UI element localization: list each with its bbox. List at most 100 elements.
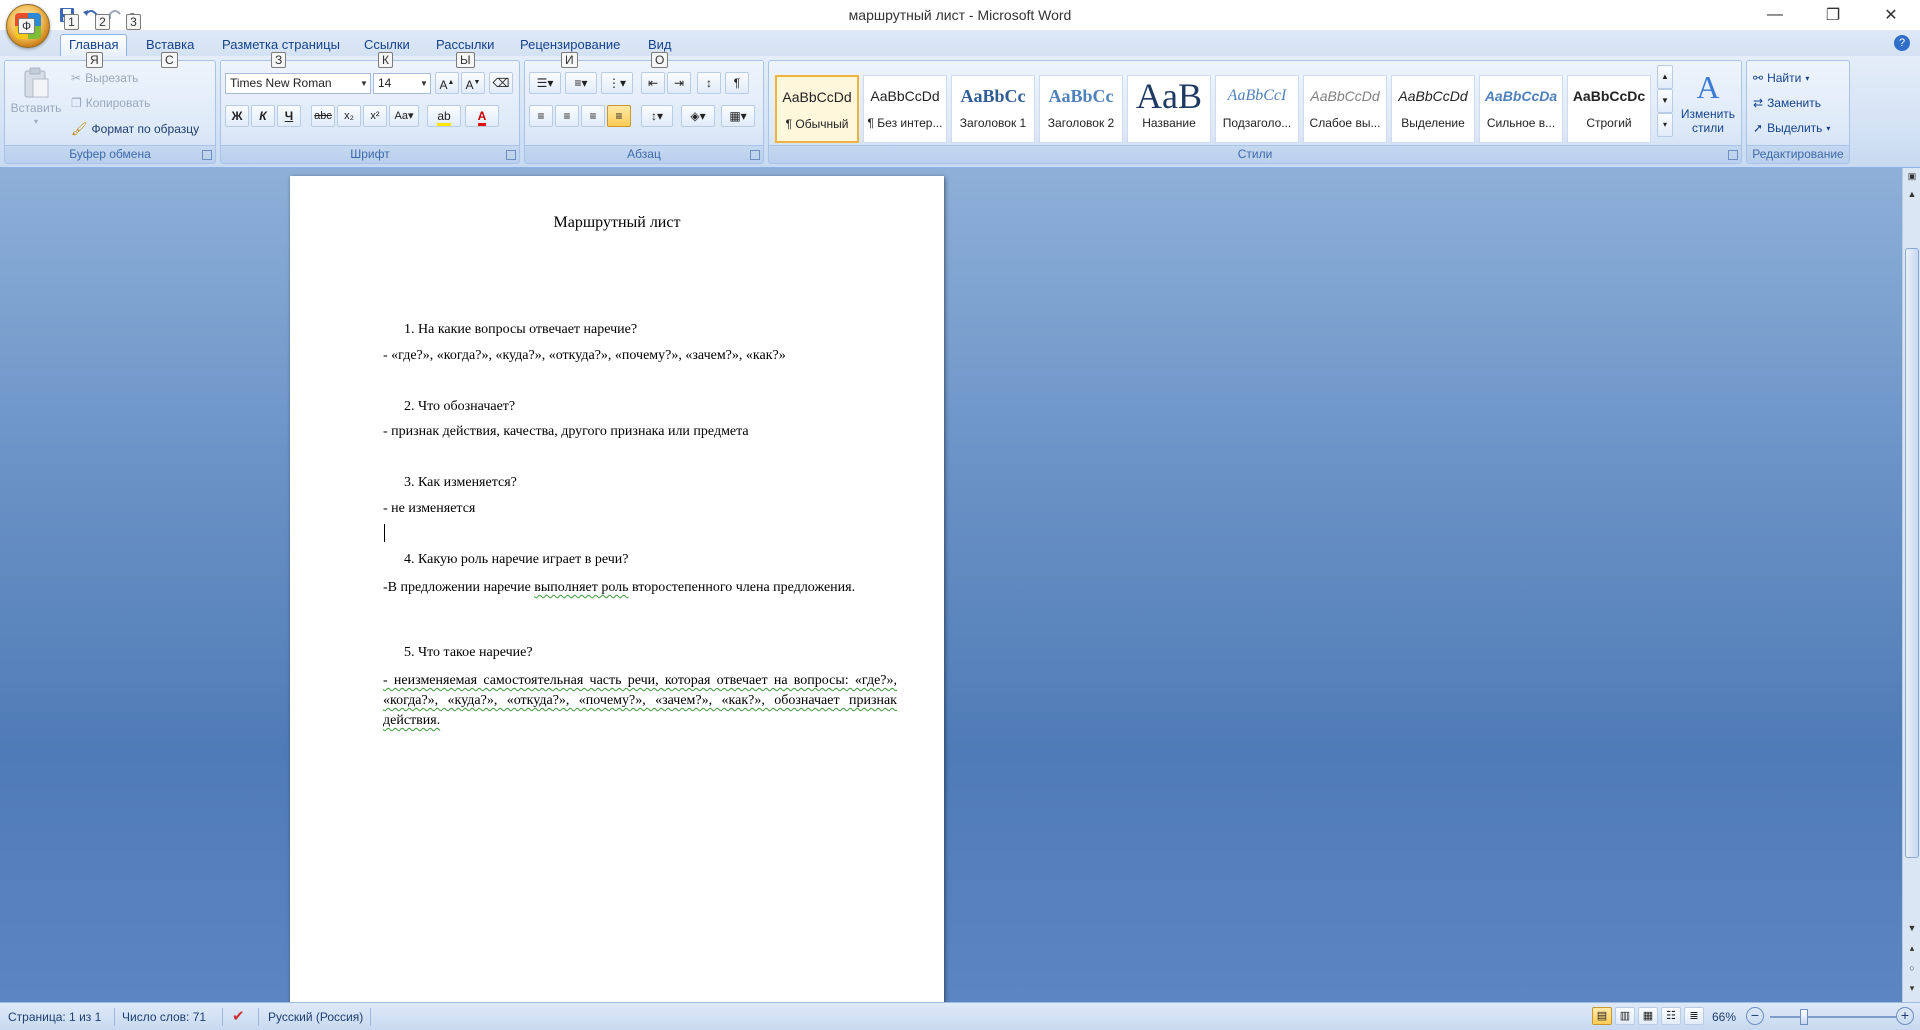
keytip-references: К <box>378 52 393 68</box>
font-launcher-icon[interactable] <box>506 150 516 160</box>
align-right-button[interactable]: ≡ <box>581 105 605 127</box>
grow-font-button[interactable]: A▲ <box>435 72 459 94</box>
style-subtle-emphasis[interactable]: AaBbCcDd Слабое вы... <box>1303 75 1387 143</box>
borders-button[interactable]: ▦▾ <box>721 105 755 127</box>
page-count[interactable]: Страница: 1 из 1 <box>8 1010 101 1024</box>
answer-5: - неизменяемая самостоятельная часть реч… <box>383 673 897 728</box>
zoom-slider[interactable] <box>1770 1016 1896 1018</box>
find-dropdown-icon: ▾ <box>1805 73 1810 83</box>
styles-launcher-icon[interactable] <box>1728 150 1738 160</box>
styles-more-icon[interactable]: ▾ <box>1657 113 1673 137</box>
format-painter-icon: 🖌 <box>71 121 88 136</box>
styles-scroll-up-icon[interactable]: ▲ <box>1657 65 1673 89</box>
format-painter-label: Формат по образцу <box>91 122 200 136</box>
style-title[interactable]: AaB Название <box>1127 75 1211 143</box>
font-name-dropdown-icon[interactable]: ▼ <box>358 74 370 93</box>
decrease-indent-button[interactable]: ⇤ <box>641 72 665 94</box>
previous-page-icon[interactable]: ▴ <box>1903 940 1920 956</box>
styles-scroll-down-icon[interactable]: ▼ <box>1657 89 1673 113</box>
style-heading-2[interactable]: AaBbCc Заголовок 2 <box>1039 75 1123 143</box>
print-layout-icon[interactable]: ▤ <box>1592 1007 1612 1025</box>
clear-formatting-button[interactable]: ⌫ <box>489 72 513 94</box>
justify-button[interactable]: ≡ <box>607 105 631 127</box>
select-button[interactable]: ➚ Выделить ▾ <box>1753 121 1830 135</box>
outline-view-icon[interactable]: ☷ <box>1661 1007 1681 1025</box>
window-controls: — ❐ ✕ <box>1746 0 1920 30</box>
style-no-spacing[interactable]: AaBbCcDd ¶ Без интер... <box>863 75 947 143</box>
numbering-button[interactable]: ≡▾ <box>565 72 597 94</box>
italic-button[interactable]: К <box>251 105 275 127</box>
window-title: маршрутный лист - Microsoft Word <box>848 7 1072 23</box>
spelling-check-icon[interactable]: ✔ <box>232 1007 245 1025</box>
clipboard-launcher-icon[interactable] <box>202 150 212 160</box>
help-icon[interactable]: ? <box>1894 35 1910 51</box>
style-name: Название <box>1142 116 1196 130</box>
sort-button[interactable]: ↕ <box>697 72 721 94</box>
style-normal[interactable]: AaBbCcDd ¶ Обычный <box>775 75 859 143</box>
ruler-toggle-icon[interactable]: ▣ <box>1903 168 1920 184</box>
next-page-icon[interactable]: ▾ <box>1903 980 1920 996</box>
underline-button[interactable]: Ч <box>277 105 301 127</box>
draft-view-icon[interactable]: ≣ <box>1684 1007 1704 1025</box>
minimize-button[interactable]: — <box>1746 0 1804 30</box>
align-left-button[interactable]: ≡ <box>529 105 553 127</box>
find-button[interactable]: ⚯ Найти ▾ <box>1753 71 1809 85</box>
cut-button[interactable]: ✂ Вырезать <box>71 71 138 85</box>
scroll-down-icon[interactable]: ▼ <box>1903 920 1920 936</box>
full-screen-reading-icon[interactable]: ▥ <box>1615 1007 1635 1025</box>
font-color-button[interactable]: A <box>465 105 499 127</box>
highlight-button[interactable]: ab <box>427 105 461 127</box>
binoculars-icon: ⚯ <box>1753 71 1764 85</box>
vertical-scrollbar[interactable]: ▣ ▲ ▼ ▴ ○ ▾ <box>1902 168 1920 1002</box>
shrink-font-button[interactable]: A▼ <box>461 72 485 94</box>
scissors-icon: ✂ <box>71 71 82 85</box>
change-styles-button[interactable]: A Изменить стили <box>1679 67 1737 135</box>
style-intense-emphasis[interactable]: AaBbCcDa Сильное в... <box>1479 75 1563 143</box>
question-4: 4. Какую роль наречие играет в речи? <box>404 552 629 567</box>
format-painter-button[interactable]: 🖌 Формат по образцу <box>71 121 199 137</box>
copy-button[interactable]: ❐ Копировать <box>71 96 150 110</box>
zoom-in-icon[interactable]: + <box>1896 1007 1914 1025</box>
font-size-combo[interactable]: 14 ▼ <box>373 73 431 94</box>
font-name-combo[interactable]: Times New Roman ▼ <box>225 73 371 94</box>
language-indicator[interactable]: Русский (Россия) <box>268 1010 363 1024</box>
multilevel-list-button[interactable]: ⋮▾ <box>601 72 633 94</box>
font-name-value: Times New Roman <box>230 76 332 90</box>
style-name: ¶ Обычный <box>785 117 849 131</box>
zoom-out-icon[interactable]: − <box>1746 1007 1764 1025</box>
strikethrough-button[interactable]: abc <box>311 105 335 127</box>
scroll-up-icon[interactable]: ▲ <box>1903 186 1920 202</box>
font-size-dropdown-icon[interactable]: ▼ <box>418 74 430 93</box>
status-separator <box>114 1008 115 1026</box>
zoom-slider-thumb[interactable] <box>1800 1009 1808 1025</box>
style-strong[interactable]: AaBbCcDc Строгий <box>1567 75 1651 143</box>
change-case-button[interactable]: Aa▾ <box>389 105 419 127</box>
restore-button[interactable]: ❐ <box>1804 0 1862 30</box>
replace-button[interactable]: ⇄ Заменить <box>1753 96 1821 110</box>
close-button[interactable]: ✕ <box>1862 0 1920 30</box>
show-marks-button[interactable]: ¶ <box>725 72 749 94</box>
line-spacing-button[interactable]: ↕▾ <box>641 105 673 127</box>
increase-indent-button[interactable]: ⇥ <box>667 72 691 94</box>
bold-button[interactable]: Ж <box>225 105 249 127</box>
font-size-value: 14 <box>378 76 392 90</box>
web-layout-icon[interactable]: ▦ <box>1638 1007 1658 1025</box>
zoom-level[interactable]: 66% <box>1712 1010 1736 1024</box>
select-browse-object-icon[interactable]: ○ <box>1903 960 1920 976</box>
style-emphasis[interactable]: AaBbCcDd Выделение <box>1391 75 1475 143</box>
document-page[interactable]: Маршрутный лист 1. На какие вопросы отве… <box>290 176 944 1002</box>
align-center-button[interactable]: ≡ <box>555 105 579 127</box>
document-title: Маршрутный лист <box>553 214 681 231</box>
answer-4-marked: выполняет роль <box>534 580 629 595</box>
paragraph-launcher-icon[interactable] <box>750 150 760 160</box>
style-heading-1[interactable]: AaBbCc Заголовок 1 <box>951 75 1035 143</box>
word-count[interactable]: Число слов: 71 <box>122 1010 206 1024</box>
bullets-button[interactable]: ☰▾ <box>529 72 561 94</box>
scrollbar-thumb[interactable] <box>1905 248 1919 858</box>
paste-button[interactable]: Вставить ▾ <box>9 67 63 126</box>
shading-button[interactable]: ◈▾ <box>681 105 715 127</box>
document-area[interactable]: Маршрутный лист 1. На какие вопросы отве… <box>0 168 1902 1002</box>
superscript-button[interactable]: x² <box>363 105 387 127</box>
subscript-button[interactable]: x₂ <box>337 105 361 127</box>
style-subtitle[interactable]: AaBbCcI Подзаголо... <box>1215 75 1299 143</box>
